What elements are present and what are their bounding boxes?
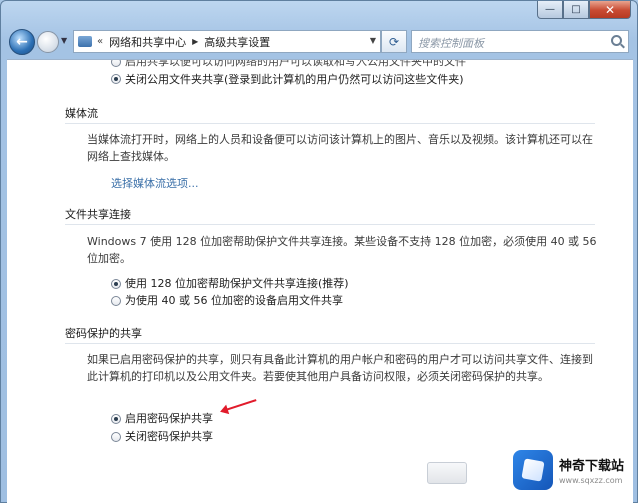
search-input[interactable]: 搜索控制面板: [411, 30, 629, 53]
address-dropdown[interactable]: ▼: [370, 36, 376, 45]
site-logo-icon: [513, 450, 553, 490]
option-public-on-label: 启用共享以便可以访问网络的用户可以读取和写入公用文件夹中的文件: [125, 59, 466, 68]
save-changes-button[interactable]: [427, 462, 467, 484]
radio-public-on[interactable]: [111, 60, 121, 67]
breadcrumb-advanced-sharing[interactable]: 高级共享设置: [204, 34, 270, 50]
refresh-button[interactable]: ⟳: [381, 30, 407, 53]
refresh-icon: ⟳: [388, 34, 400, 49]
section-title-media: 媒体流: [65, 107, 98, 120]
navigation-bar: ← ▼ « 网络和共享中心 ▶ 高级共享设置 ▼ ⟳ 搜索控制面板: [7, 27, 633, 57]
option-128-label: 使用 128 位加密帮助保护文件共享连接(推荐): [125, 277, 349, 290]
option-public-off-label: 关闭公用文件夹共享(登录到此计算机的用户仍然可以访问这些文件夹): [125, 73, 464, 86]
password-description: 如果已启用密码保护的共享，则只有具备此计算机的用户帐户和密码的用户才可以访问共享…: [87, 353, 593, 383]
forward-button[interactable]: [37, 31, 59, 53]
watermark: 神奇下载站 www.sqxzz.com: [513, 441, 637, 499]
section-title-password: 密码保护的共享: [65, 327, 142, 340]
section-title-file-sharing: 文件共享连接: [65, 208, 131, 221]
close-button[interactable]: ✕: [589, 1, 631, 19]
option-40-56-label: 为使用 40 或 56 位加密的设备启用文件共享: [125, 294, 343, 307]
back-button[interactable]: ←: [9, 29, 35, 55]
search-icon: [611, 35, 622, 46]
radio-encryption-128[interactable]: [111, 279, 121, 289]
media-options-link[interactable]: 选择媒体流选项...: [111, 175, 199, 191]
breadcrumb-overflow[interactable]: «: [97, 36, 103, 47]
chevron-right-icon[interactable]: ▶: [192, 37, 198, 46]
radio-encryption-40-56[interactable]: [111, 296, 121, 306]
breadcrumb-network-center[interactable]: 网络和共享中心: [109, 34, 186, 50]
media-description: 当媒体流打开时，网络上的人员和设备便可以访问该计算机上的图片、音乐以及视频。该计…: [87, 133, 593, 163]
control-panel-icon: [78, 36, 92, 47]
watermark-url: www.sqxzz.com: [559, 476, 623, 485]
arrow-left-icon: ←: [16, 34, 28, 50]
divider: [65, 123, 595, 124]
file-sharing-description: Windows 7 使用 128 位加密帮助保护文件共享连接。某些设备不支持 1…: [87, 235, 597, 265]
radio-password-off[interactable]: [111, 432, 121, 442]
settings-content: 启用共享以便可以访问网络的用户可以读取和写入公用文件夹中的文件 关闭公用文件夹共…: [7, 59, 633, 503]
radio-password-on[interactable]: [111, 414, 121, 424]
radio-public-off[interactable]: [111, 74, 121, 84]
watermark-text: 神奇下载站 www.sqxzz.com: [559, 455, 624, 485]
window-frame: — □ ✕ ← ▼ « 网络和共享中心 ▶ 高级共享设置 ▼ ⟳ 搜索控制面板 …: [0, 0, 638, 503]
divider: [65, 224, 595, 225]
option-password-on-label: 启用密码保护共享: [125, 412, 213, 425]
address-bar[interactable]: « 网络和共享中心 ▶ 高级共享设置 ▼: [73, 30, 381, 53]
option-password-off-label: 关闭密码保护共享: [125, 430, 213, 443]
red-arrow-annotation: [225, 399, 257, 411]
search-placeholder: 搜索控制面板: [418, 37, 484, 50]
caption-buttons: — □ ✕: [537, 1, 631, 21]
watermark-name: 神奇下载站: [559, 459, 625, 474]
divider: [65, 343, 595, 344]
maximize-button[interactable]: □: [563, 1, 589, 19]
recent-pages-dropdown[interactable]: ▼: [61, 36, 67, 45]
minimize-button[interactable]: —: [537, 1, 563, 19]
